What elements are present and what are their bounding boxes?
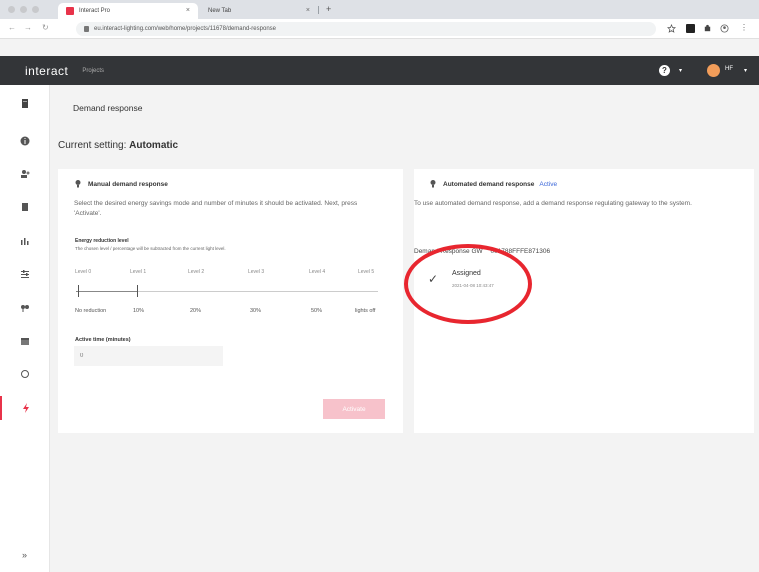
automated-card-title: Automated demand response Active — [430, 180, 557, 188]
sidebar-item-users[interactable] — [0, 162, 50, 186]
users-icon — [20, 170, 29, 178]
level-label: Level 0 — [75, 269, 92, 275]
lightning-icon — [23, 403, 29, 413]
reload-icon[interactable]: ↻ — [42, 23, 49, 32]
sidebar-item-settings[interactable] — [0, 262, 50, 286]
tab-title: Interact Pro — [79, 8, 111, 14]
expand-sidebar-icon[interactable]: » — [22, 550, 27, 560]
extension-icon[interactable] — [686, 24, 695, 33]
bulb-icon — [75, 180, 81, 188]
reduction-value: No reduction — [75, 308, 107, 314]
tab-title: New Tab — [208, 8, 232, 14]
reduction-value: 10% — [133, 308, 145, 314]
reduction-value: 30% — [250, 308, 262, 314]
lock-icon — [84, 26, 89, 32]
automated-status-link[interactable]: Active — [539, 181, 557, 188]
level-label: Level 1 — [130, 269, 147, 275]
menu-dots-icon[interactable]: ⋮ — [740, 23, 748, 32]
level-label: Level 5 — [358, 269, 375, 275]
location-icon — [21, 305, 29, 312]
tab-close-icon[interactable]: × — [186, 7, 190, 14]
reduction-value: lights off — [355, 308, 376, 314]
user-initials[interactable]: HF — [725, 66, 733, 72]
active-time-input[interactable] — [74, 346, 223, 366]
energy-slider-fill — [76, 291, 138, 292]
tab-divider — [318, 6, 319, 14]
sidebar-item-locations[interactable] — [0, 296, 50, 320]
manual-description: Select the desired energy savings mode a… — [74, 200, 358, 217]
sidebar-item-reports[interactable] — [0, 229, 50, 253]
app-top-bar: interact Projects ? ▾ HF ▾ — [0, 56, 759, 85]
level-label: Level 2 — [188, 269, 205, 275]
automated-title-text: Automated demand response — [443, 180, 535, 188]
sidebar-item-documents[interactable] — [0, 195, 50, 219]
interact-logo[interactable]: interact — [25, 64, 68, 78]
manual-card-title: Manual demand response — [75, 180, 168, 188]
active-time-label: Active time (minutes) — [75, 337, 131, 343]
slider-start-tick — [78, 285, 79, 297]
building-icon — [22, 99, 28, 108]
new-tab-button[interactable]: + — [326, 4, 331, 14]
help-icon[interactable]: ? — [659, 65, 670, 76]
document-icon — [22, 203, 28, 211]
reduction-value: 20% — [190, 308, 202, 314]
window-close-dot[interactable] — [8, 6, 15, 13]
calendar-icon — [21, 338, 29, 345]
back-icon[interactable]: ← — [8, 23, 16, 32]
browser-tab-interact-pro[interactable]: Interact Pro × — [58, 3, 198, 19]
page-title: Demand response — [73, 103, 143, 113]
reduction-value: 50% — [311, 308, 323, 314]
puzzle-icon[interactable] — [703, 24, 712, 33]
forward-icon[interactable]: → — [24, 23, 32, 32]
url-input[interactable]: eu.interact-lighting.com/web/home/projec… — [76, 22, 656, 36]
automated-description: To use automated demand response, add a … — [414, 200, 692, 207]
tab-close-icon[interactable]: × — [306, 7, 310, 14]
sidebar-item-info[interactable] — [0, 129, 50, 153]
window-maximize-dot[interactable] — [32, 6, 39, 13]
current-setting-label: Current setting: — [58, 140, 127, 151]
level-label: Level 4 — [309, 269, 326, 275]
sidebar: » — [0, 85, 50, 572]
interact-favicon-icon — [66, 7, 74, 15]
sidebar-item-sync[interactable] — [0, 362, 50, 386]
help-chevron-down-icon[interactable]: ▾ — [679, 67, 682, 74]
sidebar-item-buildings[interactable] — [0, 91, 50, 115]
bulb-icon — [430, 180, 436, 188]
sync-icon — [21, 370, 29, 378]
current-setting-value: Automatic — [129, 140, 179, 151]
energy-reduction-note: The chosen level / percentage will be su… — [75, 246, 226, 251]
slider-handle[interactable] — [137, 285, 138, 297]
info-icon — [20, 136, 30, 146]
activate-button[interactable]: Activate — [323, 399, 385, 419]
sidebar-item-schedules[interactable] — [0, 329, 50, 353]
energy-reduction-label: Energy reduction level — [75, 238, 129, 244]
browser-tab-new-tab[interactable]: New Tab × — [198, 3, 318, 19]
level-label: Level 3 — [248, 269, 265, 275]
profile-icon[interactable] — [720, 24, 729, 33]
avatar[interactable] — [707, 64, 720, 77]
chart-icon — [21, 238, 29, 245]
browser-tab-strip: Interact Pro × New Tab × + — [0, 0, 759, 19]
app-header: interact Projects ? ▾ HF ▾ — [0, 39, 759, 85]
url-text: eu.interact-lighting.com/web/home/projec… — [94, 26, 276, 32]
user-chevron-down-icon[interactable]: ▾ — [744, 67, 747, 74]
window-minimize-dot[interactable] — [20, 6, 27, 13]
manual-title-text: Manual demand response — [88, 180, 168, 188]
sidebar-item-demand-response[interactable] — [0, 396, 50, 420]
star-icon[interactable] — [667, 24, 676, 33]
current-setting: Current setting: Automatic — [58, 140, 178, 151]
sliders-icon — [21, 270, 29, 278]
annotation-circle — [404, 244, 532, 324]
nav-projects-link[interactable]: Projects — [82, 68, 104, 74]
browser-address-bar: ← → ↻ eu.interact-lighting.com/web/home/… — [0, 19, 759, 39]
